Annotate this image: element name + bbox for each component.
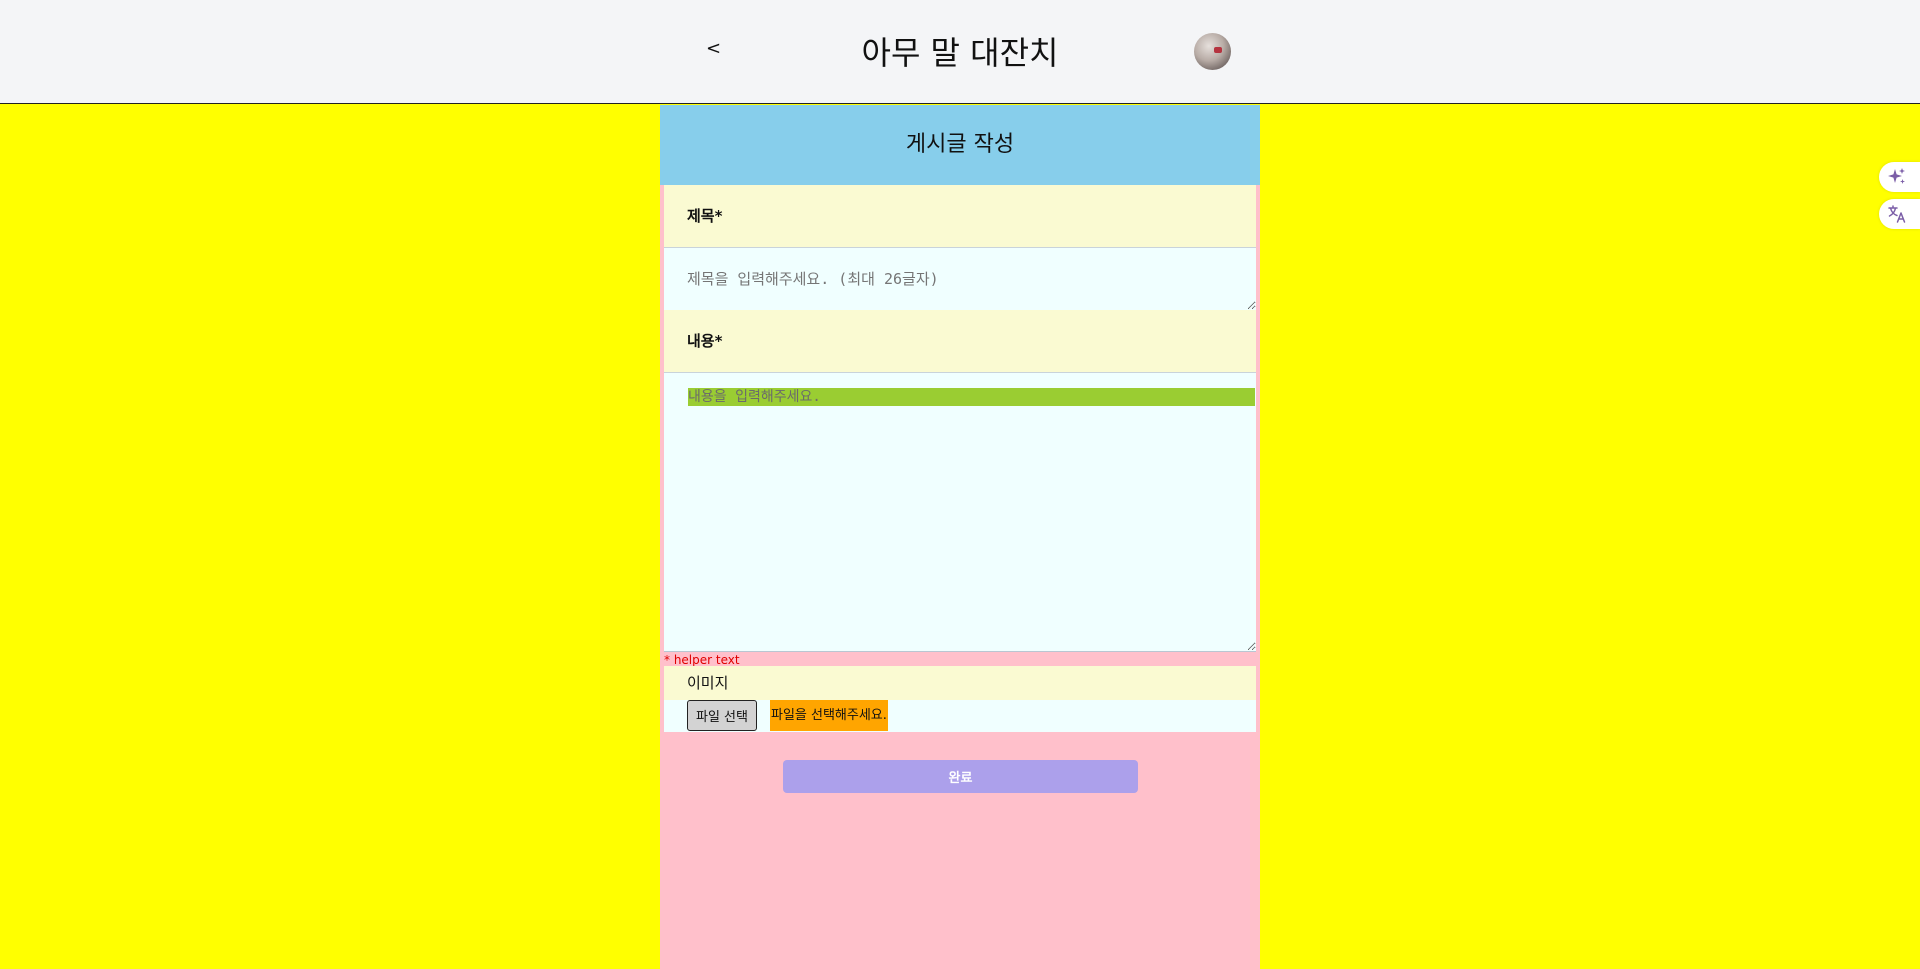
file-status-text: 파일을 선택해주세요. — [770, 700, 888, 731]
content-input[interactable] — [664, 372, 1256, 652]
top-header: < 아무 말 대잔치 — [0, 0, 1920, 104]
submit-button[interactable]: 완료 — [783, 760, 1138, 793]
form-title: 게시글 작성 — [905, 132, 1015, 157]
post-form-container: 게시글 작성 제목* 내용* 내용을 입력해주세요. * helper text… — [660, 105, 1260, 969]
translate-icon — [1887, 204, 1907, 224]
image-label: 이미지 — [664, 666, 1256, 700]
content-label-text: 내용 — [687, 332, 715, 350]
helper-text: * helper text — [664, 653, 740, 667]
side-tool-sparkle[interactable] — [1879, 162, 1920, 192]
side-tool-translate[interactable] — [1879, 199, 1920, 229]
title-required-mark: * — [714, 207, 723, 225]
avatar[interactable] — [1194, 33, 1231, 70]
app-title: 아무 말 대잔치 — [861, 34, 1059, 72]
title-label: 제목* — [664, 185, 1256, 247]
file-select-button[interactable]: 파일 선택 — [687, 700, 757, 731]
form-header: 게시글 작성 — [660, 105, 1260, 185]
file-input-row: 파일 선택 파일을 선택해주세요. — [664, 700, 1256, 732]
title-label-text: 제목 — [687, 207, 715, 225]
sparkle-icon — [1887, 167, 1907, 187]
content-required-mark: * — [714, 332, 723, 350]
content-label: 내용* — [664, 310, 1256, 372]
title-input[interactable] — [664, 247, 1256, 311]
